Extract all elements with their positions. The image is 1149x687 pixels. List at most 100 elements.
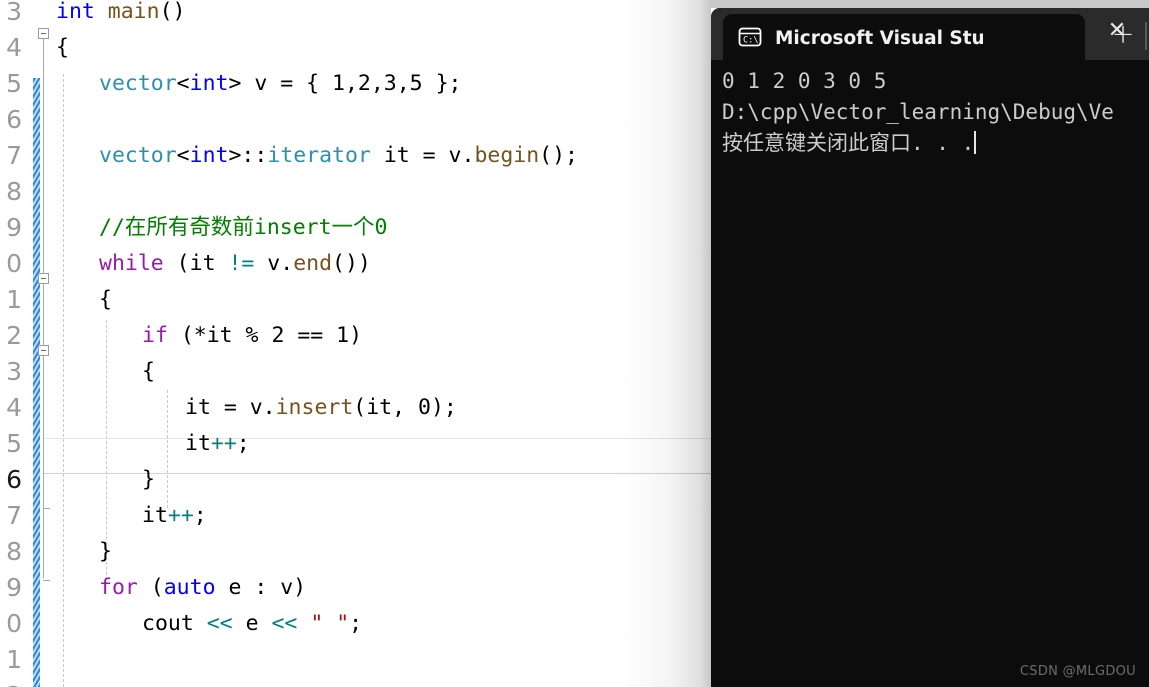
modified-lines-change-bar [33,78,40,687]
console-tab[interactable]: C:\ Microsoft Visual Studio 调试控 [723,14,1085,60]
line-number-13: 3 [6,0,22,26]
code-line-30[interactable]: for (auto e : v) [56,570,306,606]
code-token: } [99,539,112,564]
code-line-28[interactable]: it++; [56,498,207,534]
line-number-20: 0 [6,249,22,278]
code-token: e : v) [215,575,307,600]
line-number-15: 5 [6,69,22,98]
code-line-15[interactable]: { [56,30,69,66]
console-output-line: D:\cpp\Vector_learning\Debug\Ve [722,100,1114,124]
line-number-17: 7 [6,141,22,170]
code-token: cout [142,611,207,636]
code-token: v. [254,251,294,276]
code-line-21[interactable]: while (it != v.end()) [56,246,371,282]
line-number-32: 2 [0,678,22,687]
code-token: << [271,611,298,636]
code-token: { [56,35,69,60]
line-number-26: 6 [6,465,22,494]
new-tab-button[interactable]: + [1106,20,1140,50]
code-token: == [297,323,324,348]
code-line-26[interactable]: it++; [56,426,250,462]
code-token: ()) [332,251,371,276]
line-number-18: 8 [6,177,22,206]
line-number-25: 5 [6,429,22,458]
code-token: { [99,287,112,312]
code-token: () [159,0,186,24]
code-token: (it [163,251,229,276]
code-token: it = v. [185,395,276,420]
cmd-console-icon: C:\ [737,24,763,50]
code-token: main [107,0,160,24]
code-token: > v = { 1,2,3,5 }; [228,71,462,96]
code-token: e [245,611,259,636]
code-token: //在所有奇数前insert一个0 [99,215,388,240]
fold-toggle-while[interactable] [38,273,49,284]
console-caret [974,131,977,154]
code-token: ++ [210,431,237,456]
code-token: int [56,0,95,24]
console-output-line: 按任意键关闭此窗口. . . [722,131,977,155]
code-token: >:: [228,143,268,168]
code-token: < [176,71,190,96]
desktop-background-strip [711,0,1149,8]
code-token: vector [99,71,177,96]
code-token: " " [310,611,350,636]
code-line-17[interactable] [56,102,99,138]
code-token: vector [99,143,177,168]
line-number-24: 4 [6,393,22,422]
code-token: < [176,143,190,168]
console-tab-title: Microsoft Visual Studio 调试控 [775,28,983,49]
code-token: { [142,359,155,384]
code-token: for [99,575,138,600]
code-token: ( [137,575,164,600]
console-window[interactable]: C:\ Microsoft Visual Studio 调试控 ✕ + 0 1 … [711,8,1149,687]
code-token: << [206,611,233,636]
line-number-27: 7 [6,501,22,530]
code-line-16[interactable]: vector<int> v = { 1,2,3,5 }; [56,66,461,102]
code-line-23[interactable]: if (*it % 2 == 1) [56,318,362,354]
code-token: begin [474,143,540,168]
fold-end-tick [43,580,50,581]
line-number-23: 3 [6,357,22,386]
line-number-22: 2 [6,321,22,350]
code-line-25[interactable]: it = v.insert(it, 0); [56,390,457,426]
watermark: CSDN @MLGDOU [1019,664,1136,679]
line-number-16: 6 [6,105,22,134]
code-line-29[interactable]: } [56,534,112,570]
code-token: (*it % 2 [167,323,298,348]
code-token: int [189,143,229,168]
code-token: ; [236,431,250,456]
code-line-22[interactable]: { [56,282,112,318]
code-token: insert [275,395,354,420]
console-titlebar[interactable]: C:\ Microsoft Visual Studio 调试控 ✕ + [711,8,1149,60]
code-line-27[interactable]: } [56,462,155,498]
code-token: end [293,251,333,276]
code-line-18[interactable]: vector<int>::iterator it = v.begin(); [56,138,578,174]
line-number-21: 1 [6,285,22,314]
fold-guide-line [43,38,44,298]
code-token: (it, 0); [353,395,457,420]
code-line-31[interactable]: cout << e << " "; [56,606,362,642]
titlebar-separator [1145,22,1147,50]
console-output-line: 0 1 2 0 3 0 5 [722,69,887,93]
code-token: } [142,467,155,492]
code-token: it = v. [370,143,475,168]
code-token: ++ [167,503,194,528]
code-token: (); [539,143,579,168]
code-token: iterator [267,143,371,168]
line-number-31: 1 [6,645,22,674]
fold-toggle-main[interactable] [38,28,49,39]
fold-end-tick [43,508,50,509]
code-line-14[interactable]: int main() [56,0,185,30]
fold-toggle-if[interactable] [38,345,49,356]
code-token: while [99,251,164,276]
line-number-19: 9 [6,213,22,242]
code-line-20[interactable]: //在所有奇数前insert一个0 [56,210,388,246]
code-line-19[interactable] [56,174,99,210]
console-output[interactable]: 0 1 2 0 3 0 5 D:\cpp\Vector_learning\Debu… [711,60,1149,687]
code-token: if [142,323,168,348]
code-line-24[interactable]: { [56,354,155,390]
